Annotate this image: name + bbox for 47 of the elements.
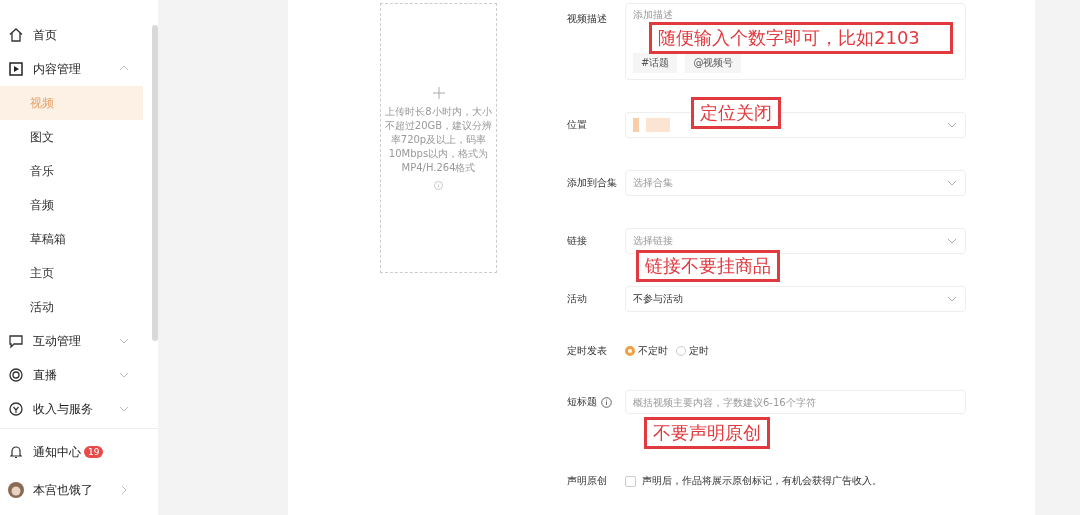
home-icon	[8, 27, 24, 43]
field-label: 位置	[567, 118, 587, 132]
field-label: 添加到合集	[567, 176, 617, 190]
field-label: 短标题	[567, 395, 597, 409]
activity-select[interactable]: 不参与活动	[625, 286, 966, 312]
sidebar-item[interactable]: 音频	[0, 188, 143, 222]
user-menu[interactable]: 本宫也饿了	[0, 471, 158, 509]
field-label: 定时发表	[567, 344, 607, 358]
plus-icon	[432, 86, 445, 99]
annotation-callout: 定位关闭	[691, 97, 781, 129]
sidebar-item[interactable]: 草稿箱	[0, 222, 143, 256]
sidebar-item[interactable]: 互动管理	[0, 324, 150, 358]
radio-button[interactable]	[625, 346, 635, 356]
avatar	[8, 482, 24, 498]
chat-icon	[8, 333, 24, 349]
checkbox[interactable]	[625, 475, 636, 487]
tag-button[interactable]: #话题	[633, 53, 678, 73]
upload-hint: 上传时长8小时内，大小不超过20GB，建议分辨率720p及以上，码率10Mbps以内，格式为MP4/H.264格式	[383, 104, 494, 175]
sidebar-item[interactable]: 活动	[0, 290, 143, 324]
field-label: 活动	[567, 292, 587, 306]
sidebar-item[interactable]: 图文	[0, 120, 143, 154]
sidebar-item[interactable]: 首页	[0, 18, 150, 52]
sidebar-item[interactable]: 音乐	[0, 154, 143, 188]
annotation-callout: 链接不要挂商品	[636, 250, 780, 282]
info-icon	[601, 396, 612, 408]
radio-option[interactable]: 不定时	[625, 344, 668, 358]
annotation-callout: 随便输入个数字即可，比如2103	[649, 22, 953, 54]
short-title-field[interactable]: 概括视频主要内容，字数建议6-16个字符	[625, 390, 966, 414]
field-label: 视频描述	[567, 12, 607, 26]
info-icon	[434, 180, 443, 190]
notification-center[interactable]: 通知中心 19	[0, 433, 158, 471]
coin-icon	[8, 401, 24, 417]
sidebar-item[interactable]: 内容管理	[0, 52, 150, 86]
blurred-value	[633, 116, 673, 134]
tag-button[interactable]: @视频号	[685, 53, 742, 73]
play-icon	[8, 61, 24, 77]
sidebar-item[interactable]: 直播	[0, 358, 150, 392]
bell-icon	[8, 444, 24, 460]
sidebar-item[interactable]: 收入与服务	[0, 392, 150, 426]
radio-option[interactable]: 定时	[676, 344, 709, 358]
field-label: 链接	[567, 234, 587, 248]
field-label: 声明原创	[567, 474, 607, 488]
checkbox-label: 声明后，作品将展示原创标记，有机会获得广告收入。	[642, 474, 882, 488]
sidebar-item[interactable]: 主页	[0, 256, 143, 290]
annotation-callout: 不要声明原创	[644, 417, 770, 449]
count-badge: 19	[84, 446, 104, 458]
live-icon	[8, 367, 24, 383]
